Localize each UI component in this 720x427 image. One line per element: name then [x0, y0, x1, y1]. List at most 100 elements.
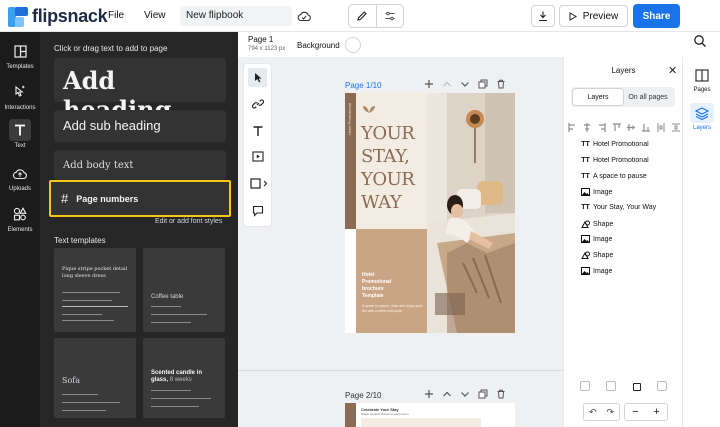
nav-uploads[interactable]: Uploads — [0, 162, 40, 192]
text-tool-icon — [253, 125, 262, 136]
text-panel: Click or drag text to add to page Add he… — [40, 32, 238, 427]
align-center-icon[interactable] — [583, 119, 591, 132]
trash-icon[interactable] — [656, 381, 667, 391]
nav-text[interactable]: Text — [0, 119, 40, 149]
cursor-icon — [254, 73, 261, 83]
delete-page-icon[interactable] — [496, 79, 506, 89]
tool-palette — [244, 64, 271, 226]
preview-label: Preview — [582, 10, 619, 22]
rail-layers[interactable]: Layers — [683, 103, 720, 131]
duplicate-page-icon[interactable] — [478, 389, 488, 399]
tab-on-all-pages[interactable]: On all pages — [623, 89, 673, 105]
video-tool[interactable] — [248, 147, 267, 166]
distribute-horizontal-icon[interactable] — [657, 119, 665, 132]
align-left-icon[interactable] — [568, 119, 576, 132]
text-template-card[interactable]: Pique stripe pocket detail long sleeve d… — [54, 248, 136, 332]
layer-item[interactable]: TT Hotel Promotional — [580, 141, 670, 148]
layer-item[interactable]: TT A space to pause — [580, 173, 670, 180]
background-color-swatch[interactable] — [345, 37, 361, 53]
share-button[interactable]: Share — [633, 4, 680, 28]
layer-item-label: Hotel Promotional — [593, 157, 649, 164]
page-2-label: Page 2/10 — [345, 391, 382, 400]
select-tool[interactable] — [248, 68, 267, 87]
preview-button[interactable]: Preview — [559, 5, 628, 27]
delete-page-icon[interactable] — [496, 389, 506, 399]
upload-icon — [9, 162, 31, 184]
settings-sliders-icon[interactable] — [377, 5, 404, 27]
page-1-thumbnail[interactable]: Hotel Promotional YOUR STAY, YOUR WAY Ho… — [345, 93, 515, 333]
text-layer-icon: TT — [581, 204, 590, 211]
align-middle-icon[interactable] — [627, 119, 636, 131]
layer-item[interactable]: TT Your Stay, Your Way — [580, 204, 670, 211]
document-name-input[interactable]: New flipbook — [180, 6, 292, 26]
template-line — [151, 314, 207, 315]
zoom-out-icon[interactable]: − — [632, 406, 638, 418]
redo-icon[interactable]: ↷ — [606, 407, 614, 418]
template-line — [62, 300, 112, 301]
nav-interactions[interactable]: Interactions — [0, 81, 40, 111]
alignment-toolbar — [568, 119, 680, 132]
leaf-ornament-icon — [363, 106, 375, 113]
move-down-icon[interactable] — [460, 389, 470, 399]
text-icon — [9, 119, 31, 141]
link-icon — [251, 98, 264, 109]
ungroup-icon[interactable] — [606, 381, 617, 391]
image-layer-icon — [580, 235, 591, 243]
nav-templates-label: Templates — [6, 64, 34, 70]
move-down-icon[interactable] — [460, 79, 470, 89]
page-1-controls — [424, 79, 506, 89]
menu-view[interactable]: View — [144, 10, 166, 21]
duplicate-page-icon[interactable] — [478, 79, 488, 89]
cloud-sync-icon[interactable] — [294, 6, 314, 26]
text-tool[interactable] — [248, 121, 267, 140]
layer-item[interactable]: TT Hotel Promotional — [580, 157, 670, 164]
pencil-icon[interactable] — [349, 5, 377, 27]
text-template-card[interactable]: Coffee table — [143, 248, 225, 332]
text-layer-icon: TT — [581, 173, 590, 180]
add-page-icon[interactable] — [424, 79, 434, 89]
nav-elements[interactable]: Elements — [0, 203, 40, 233]
comment-icon — [252, 205, 263, 217]
layer-item[interactable]: Shape — [580, 251, 670, 260]
align-top-icon[interactable] — [612, 119, 621, 131]
text-layer-icon: TT — [581, 141, 590, 148]
move-up-icon[interactable] — [442, 79, 452, 89]
text-template-card[interactable]: Scented candle in glass, 8 weeks — [143, 338, 225, 418]
menu-file[interactable]: File — [108, 10, 124, 21]
add-body-text-button[interactable]: Add body text — [54, 150, 226, 180]
search-icon[interactable] — [693, 34, 707, 53]
distribute-vertical-icon[interactable] — [671, 119, 680, 132]
lock-icon[interactable] — [632, 383, 641, 391]
group-icon[interactable] — [580, 381, 591, 391]
text-template-card[interactable]: Sofa — [54, 338, 136, 418]
layer-item[interactable]: Shape — [580, 220, 670, 229]
undo-icon[interactable]: ↶ — [589, 407, 597, 418]
move-up-icon[interactable] — [442, 389, 452, 399]
page-numbers-button[interactable]: # Page numbers — [49, 180, 231, 217]
rail-layers-label: Layers — [692, 125, 711, 131]
page-2-thumbnail[interactable]: Celebrate Your Stay Share comfort storie… — [345, 403, 515, 427]
zoom-controls: − + — [624, 403, 668, 421]
tab-layers[interactable]: Layers — [573, 89, 623, 105]
edit-font-styles-link[interactable]: Edit or add font styles — [155, 218, 222, 225]
close-icon[interactable]: ✕ — [668, 64, 677, 77]
layer-item[interactable]: Image — [580, 188, 670, 196]
rail-pages[interactable]: Pages — [683, 65, 720, 93]
image-layer-icon — [580, 188, 591, 196]
zoom-in-icon[interactable]: + — [653, 406, 659, 418]
page-numbers-label: Page numbers — [76, 193, 139, 204]
add-heading-button[interactable]: Add heading — [54, 58, 226, 124]
link-tool[interactable] — [248, 94, 267, 113]
layer-item[interactable]: Image — [580, 267, 670, 275]
add-page-icon[interactable] — [424, 389, 434, 399]
add-sub-heading-button[interactable]: Add sub heading — [54, 110, 226, 142]
nav-templates[interactable]: Templates — [0, 40, 40, 70]
shape-tool[interactable] — [248, 174, 272, 193]
logo[interactable]: flipsnack — [8, 6, 108, 27]
download-button[interactable] — [531, 5, 555, 27]
align-bottom-icon[interactable] — [642, 119, 651, 132]
align-right-icon[interactable] — [598, 119, 606, 132]
layer-item[interactable]: Image — [580, 235, 670, 243]
comment-tool[interactable] — [248, 201, 267, 220]
page-2-subtitle: Share comfort stories in every room — [361, 412, 409, 416]
